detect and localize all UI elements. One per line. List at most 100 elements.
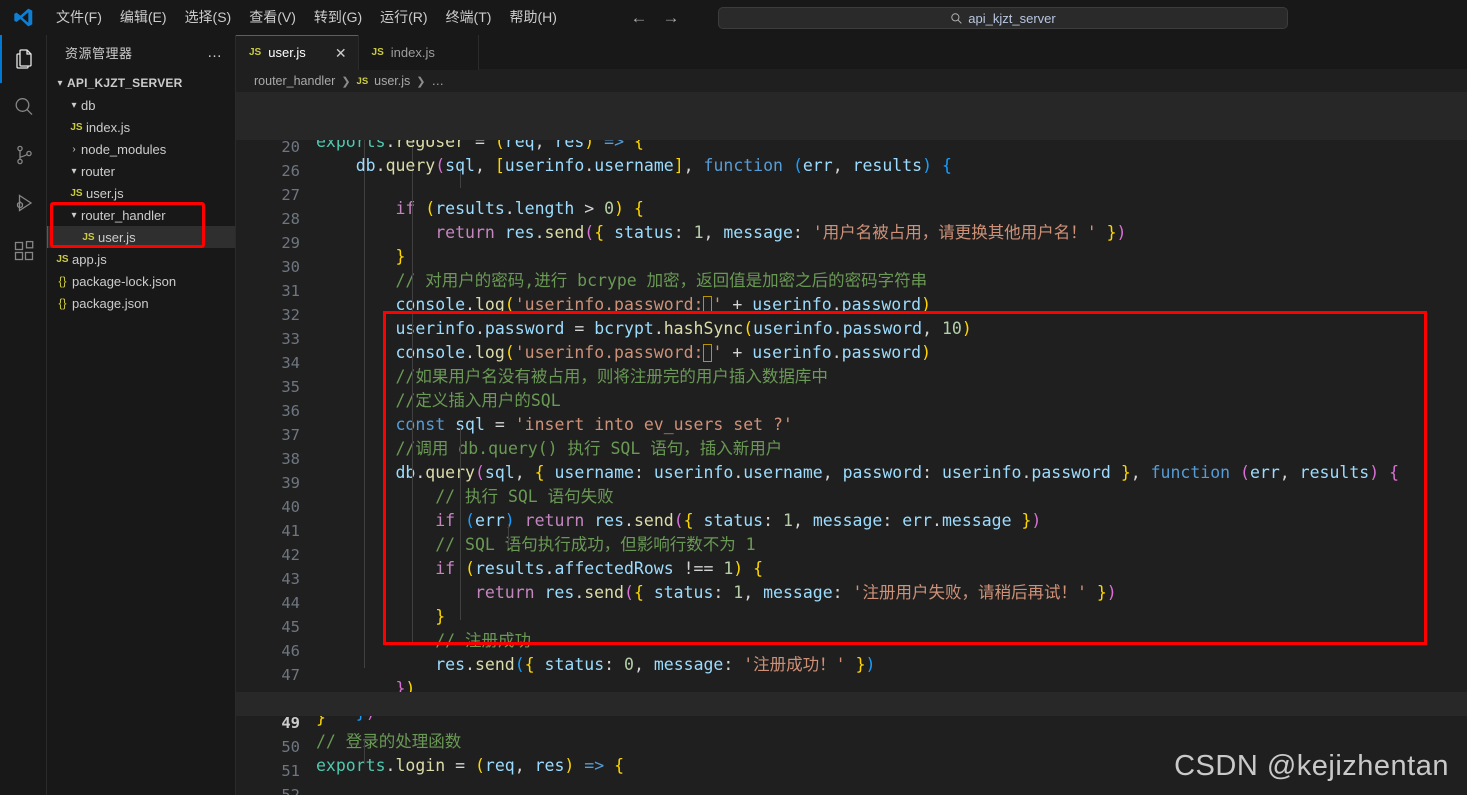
activity-search-icon[interactable]	[0, 83, 47, 131]
code-line[interactable]: 41 if (results.affectedRows !== 1) {	[236, 500, 1467, 578]
tree-item-label: db	[81, 97, 96, 113]
tree-item-label: package-lock.json	[72, 273, 177, 289]
code-line[interactable]: 33 //如果用户名没有被占用，则将注册完的用户插入数据库中	[236, 308, 1467, 386]
tabs-empty-space	[478, 35, 1467, 70]
tree-item-label: user.js	[86, 185, 124, 201]
code-editor[interactable]: 9 exports.regUser = (req, res) => { 20 d…	[236, 92, 1467, 795]
explorer-header: 资源管理器 …	[47, 35, 235, 70]
chevron-down-icon[interactable]: ▾	[53, 78, 67, 89]
tree-item-router-handler[interactable]: ▾ router_handler	[47, 204, 235, 226]
js-file-icon: JS	[371, 47, 384, 58]
line-number: 52	[281, 786, 300, 795]
editor-tabs: JS user.js ✕ JS index.js	[236, 35, 1467, 70]
code-line[interactable]: 39 if (err) return res.send({ status: 1,…	[236, 452, 1467, 530]
tree-item-db-index-js[interactable]: JS index.js	[47, 116, 235, 138]
code-line[interactable]: 20 db.query(sql, [userinfo.username], fu…	[236, 116, 1467, 175]
code-line[interactable]: 44 // 注册成功	[236, 572, 1467, 650]
line-content: db.query(sql, [userinfo.username], funct…	[355, 156, 952, 175]
tree-item-router-user-js[interactable]: JS user.js	[47, 182, 235, 204]
code-line[interactable]: 32 console.log('userinfo.password: ' + us…	[236, 284, 1467, 362]
chevron-right-icon: ❯	[341, 75, 351, 88]
tree-item-package-lock-json[interactable]: {} package-lock.json	[47, 270, 235, 292]
code-line[interactable]: 34 //定义插入用户的SQL	[236, 332, 1467, 410]
js-file-icon: JS	[70, 187, 83, 199]
menu-run[interactable]: 运行(R)	[371, 0, 436, 35]
tree-item-root[interactable]: ▾ API_KJZT_SERVER	[47, 72, 235, 94]
tree-item-app-js[interactable]: JS app.js	[47, 248, 235, 270]
sticky-scroll: 9 exports.regUser = (req, res) => { 20 d…	[236, 92, 1467, 175]
js-file-icon: JS	[70, 121, 83, 133]
tree-item-label: API_KJZT_SERVER	[67, 76, 183, 90]
code-line[interactable]: 30 console.log('userinfo.password: ' + us…	[236, 236, 1467, 314]
code-line[interactable]: 31 userinfo.password = bcrypt.hashSync(u…	[236, 260, 1467, 338]
code-line[interactable]: 35 const sql = 'insert into ev_users set…	[236, 356, 1467, 434]
file-tree: ▾ API_KJZT_SERVER ▾ db JS index.js › nod…	[47, 70, 235, 314]
chevron-down-icon[interactable]: ▾	[67, 100, 81, 111]
back-arrow-icon[interactable]: ←	[630, 8, 648, 28]
navigation-arrows: ← →	[630, 0, 680, 35]
command-center-search[interactable]: api_kjzt_server	[718, 7, 1288, 29]
activity-source-control-icon[interactable]	[0, 131, 47, 179]
code-line[interactable]: 45 res.send({ status: 0, message: '注册成功！…	[236, 596, 1467, 674]
code-line[interactable]: 38 // 执行 SQL 语句失败	[236, 428, 1467, 506]
code-line-current[interactable]: 49 // 登录的处理函数	[236, 692, 1467, 751]
code-line[interactable]: 52 }	[236, 764, 1467, 795]
code-line[interactable]: 9 exports.regUser = (req, res) => {	[236, 92, 1467, 151]
editor-group: JS user.js ✕ JS index.js router_handler …	[236, 35, 1467, 795]
tab-user-js[interactable]: JS user.js ✕	[236, 35, 359, 70]
breadcrumb: router_handler ❯ JS user.js ❯ …	[236, 70, 1467, 92]
code-line[interactable]: 47 })	[236, 644, 1467, 722]
code-lines: 26 if (results.length > 0) { 27 return r…	[236, 140, 1467, 795]
code-line[interactable]: 50 exports.login = (req, res) => {	[236, 716, 1467, 775]
tab-index-js[interactable]: JS index.js	[358, 35, 479, 70]
activity-explorer-icon[interactable]	[0, 35, 47, 83]
tree-item-node-modules[interactable]: › node_modules	[47, 138, 235, 160]
code-line[interactable]: 43 }	[236, 548, 1467, 626]
code-line[interactable]: 40 // SQL 语句执行成功，但影响行数不为 1	[236, 476, 1467, 554]
vscode-window: 文件(F) 编辑(E) 选择(S) 查看(V) 转到(G) 运行(R) 终端(T…	[0, 0, 1467, 795]
activity-bar	[0, 35, 47, 795]
menu-terminal[interactable]: 终端(T)	[437, 0, 501, 35]
line-number: 20	[281, 138, 300, 156]
explorer-more-actions-icon[interactable]: …	[207, 44, 223, 61]
code-line[interactable]: 28 }	[236, 188, 1467, 266]
activity-run-and-debug-icon[interactable]	[0, 179, 47, 227]
menu-edit[interactable]: 编辑(E)	[111, 0, 176, 35]
forward-arrow-icon[interactable]: →	[662, 8, 680, 28]
tree-item-label: index.js	[86, 119, 131, 135]
js-file-icon: JS	[249, 47, 262, 58]
code-line[interactable]: 37 db.query(sql, { username: userinfo.us…	[236, 404, 1467, 482]
code-line[interactable]: 29 // 对用户的密码,进行 bcrype 加密，返回值是加密之后的密码字符串	[236, 212, 1467, 290]
js-file-icon: JS	[356, 75, 369, 87]
code-line[interactable]: 36 //调用 db.query() 执行 SQL 语句，插入新用户	[236, 380, 1467, 458]
breadcrumb-file[interactable]: user.js	[374, 74, 410, 88]
chevron-right-icon: ❯	[416, 75, 426, 88]
chevron-right-icon[interactable]: ›	[67, 144, 81, 155]
menu-bar: 文件(F) 编辑(E) 选择(S) 查看(V) 转到(G) 运行(R) 终端(T…	[47, 0, 566, 35]
breadcrumb-symbol[interactable]: …	[432, 74, 445, 88]
tree-item-db[interactable]: ▾ db	[47, 94, 235, 116]
menu-help[interactable]: 帮助(H)	[500, 0, 565, 35]
menu-go[interactable]: 转到(G)	[305, 0, 371, 35]
code-line[interactable]: 46 })	[236, 620, 1467, 698]
search-input-value: api_kjzt_server	[968, 10, 1056, 26]
chevron-down-icon[interactable]: ▾	[67, 210, 81, 221]
tree-item-label: router	[81, 163, 115, 179]
activity-extensions-icon[interactable]	[0, 227, 47, 275]
explorer-sidebar: 资源管理器 … ▾ API_KJZT_SERVER ▾ db JS index.…	[47, 35, 236, 795]
menu-selection[interactable]: 选择(S)	[176, 0, 241, 35]
chevron-down-icon[interactable]: ▾	[67, 166, 81, 177]
breadcrumb-folder[interactable]: router_handler	[254, 74, 335, 88]
tree-item-router-handler-user-js[interactable]: JS user.js	[47, 226, 235, 248]
code-line[interactable]: 51 res.send('login OK')	[236, 740, 1467, 780]
menu-file[interactable]: 文件(F)	[47, 0, 111, 35]
tab-label: user.js	[268, 45, 306, 60]
json-file-icon: {}	[58, 296, 67, 310]
tab-label: index.js	[390, 45, 435, 60]
tree-item-router[interactable]: ▾ router	[47, 160, 235, 182]
code-line[interactable]: 48 }	[236, 668, 1467, 727]
close-icon[interactable]: ✕	[335, 46, 347, 60]
tree-item-package-json[interactable]: {} package.json	[47, 292, 235, 314]
code-line[interactable]: 42 return res.send({ status: 1, message:…	[236, 524, 1467, 602]
menu-view[interactable]: 查看(V)	[240, 0, 305, 35]
